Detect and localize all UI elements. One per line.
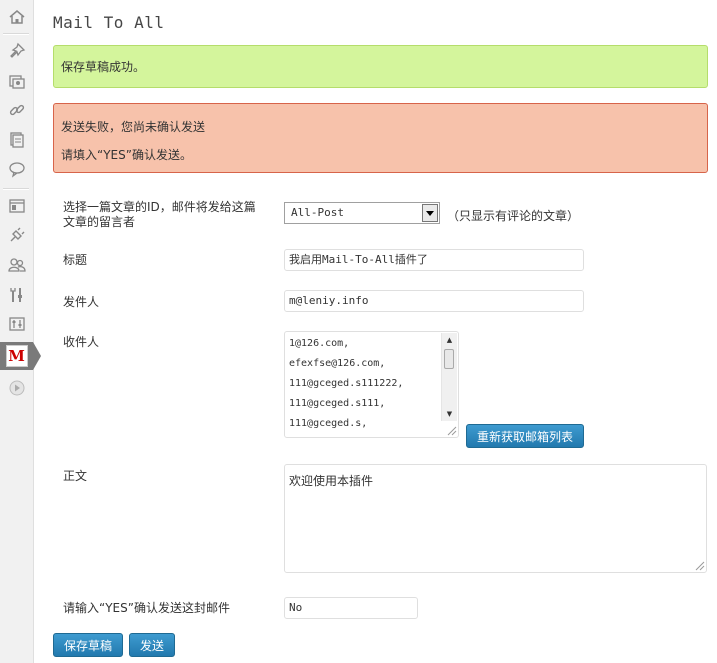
pages-icon[interactable] xyxy=(0,126,33,154)
body-text: 欢迎使用本插件 xyxy=(289,474,374,488)
recipients-scrollbar[interactable]: ▲ ▼ xyxy=(441,333,457,421)
refresh-emails-button[interactable]: 重新获取邮箱列表 xyxy=(466,424,584,448)
admin-sidebar: M xyxy=(0,0,41,663)
error-message-line1: 发送失败，您尚未确认发送 xyxy=(61,120,206,134)
success-notice: 保存草稿成功。 xyxy=(53,45,708,88)
mail-to-all-logo: M xyxy=(5,345,28,367)
recipient-line: 111@gceged.s, xyxy=(289,418,368,429)
pushpin-icon[interactable] xyxy=(0,37,33,65)
confirm-input[interactable]: No xyxy=(284,597,418,619)
links-icon[interactable] xyxy=(0,96,33,124)
post-select-label: 选择一篇文章的ID，邮件将发给这篇文章的留言者 xyxy=(63,200,256,229)
recipient-line: 111@gceged.s111222, xyxy=(289,378,404,389)
plugins-icon[interactable] xyxy=(0,221,33,249)
body-textarea[interactable]: 欢迎使用本插件 xyxy=(284,464,707,573)
resize-grip-icon[interactable] xyxy=(445,424,457,436)
confirm-label: 请输入“YES”确认发送这封邮件 xyxy=(63,601,230,615)
collapse-icon[interactable] xyxy=(0,374,33,402)
recipient-line: 1@126.com, xyxy=(289,338,350,349)
post-select-value: All-Post xyxy=(291,206,344,219)
post-select-hint: （只显示有评论的文章） xyxy=(447,209,580,223)
users-icon[interactable] xyxy=(0,251,33,279)
save-draft-button[interactable]: 保存草稿 xyxy=(53,633,123,657)
recipients-label: 收件人 xyxy=(63,335,100,349)
sender-label: 发件人 xyxy=(63,295,100,309)
appearance-icon[interactable] xyxy=(0,192,33,220)
scroll-up-icon[interactable]: ▲ xyxy=(442,333,457,347)
recipients-textarea[interactable]: 1@126.com, efexfse@126.com, 111@gceged.s… xyxy=(284,331,459,438)
tools-icon[interactable] xyxy=(0,281,33,309)
error-notice: 发送失败，您尚未确认发送 请填入“YES”确认发送。 xyxy=(53,103,708,173)
chevron-down-icon[interactable] xyxy=(422,204,438,222)
success-message: 保存草稿成功。 xyxy=(61,60,146,74)
error-message-line2: 请填入“YES”确认发送。 xyxy=(61,148,192,162)
title-input[interactable]: 我启用Mail-To-All插件了 xyxy=(284,249,584,271)
settings-icon[interactable] xyxy=(0,310,33,338)
resize-grip-icon[interactable] xyxy=(693,559,705,571)
scroll-thumb[interactable] xyxy=(444,349,454,369)
scroll-down-icon[interactable]: ▼ xyxy=(442,407,457,421)
recipient-line: 111@gceged.s111, xyxy=(289,398,386,409)
recipient-line: efexfse@126.com, xyxy=(289,358,386,369)
body-label: 正文 xyxy=(63,469,88,483)
send-button[interactable]: 发送 xyxy=(129,633,175,657)
media-icon[interactable] xyxy=(0,67,33,95)
title-label: 标题 xyxy=(63,253,88,267)
mail-to-all-icon[interactable]: M xyxy=(0,342,41,370)
home-icon[interactable] xyxy=(0,3,33,31)
post-select[interactable]: All-Post xyxy=(284,202,440,224)
sender-input[interactable]: m@leniy.info xyxy=(284,290,584,312)
page-title: Mail To All xyxy=(53,13,165,32)
comments-icon[interactable] xyxy=(0,155,33,183)
